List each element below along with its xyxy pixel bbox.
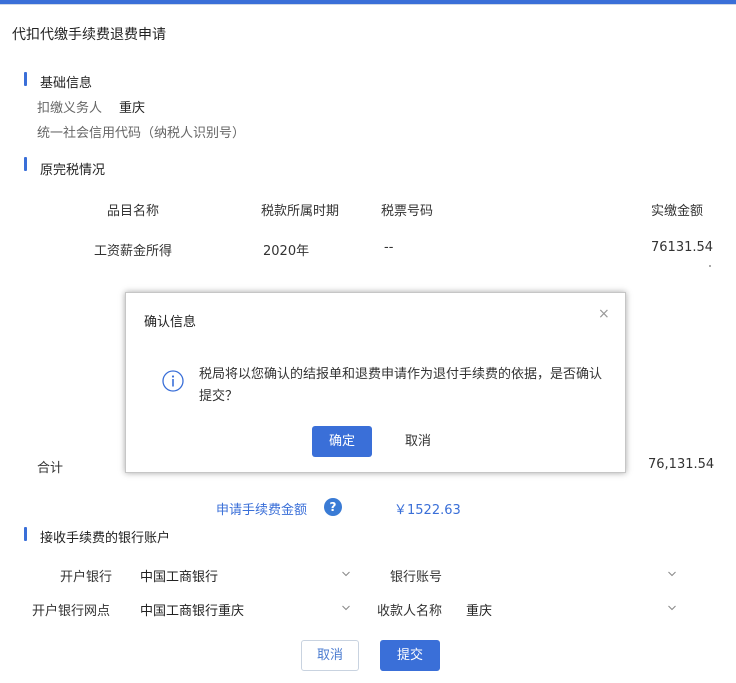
cancel-button[interactable]: 取消: [301, 640, 359, 671]
credit-code-label: 统一社会信用代码（纳税人识别号）: [37, 126, 246, 141]
cell-ticket: --: [384, 240, 394, 255]
close-icon[interactable]: ×: [598, 306, 610, 322]
payee-label: 收款人名称: [377, 604, 443, 619]
submit-button[interactable]: 提交: [380, 640, 440, 671]
payee-select-value: 重庆: [466, 604, 493, 619]
cell-item: 工资薪金所得: [94, 244, 173, 259]
chevron-down-icon: [668, 605, 676, 611]
section-marker: [24, 157, 27, 171]
dialog-message: 税局将以您确认的结报单和退费申请作为退付手续费的依据，是否确认提交？: [199, 367, 603, 404]
bank-label: 开户银行: [60, 570, 113, 585]
chevron-down-icon: [342, 605, 350, 611]
cell-amount: 76131.54: [651, 240, 714, 255]
col-header-period: 税款所属时期: [261, 204, 340, 219]
cell-period: 2020年: [263, 244, 310, 259]
fee-amount: ￥1522.63: [394, 503, 461, 518]
fee-label: 申请手续费金额: [216, 503, 308, 518]
dialog-title: 确认信息: [144, 315, 197, 330]
total-value: 76,131.54: [648, 457, 715, 472]
page-title: 代扣代缴手续费退费申请: [12, 27, 166, 43]
total-label: 合计: [37, 461, 64, 476]
dialog-cancel-button[interactable]: 取消: [388, 426, 448, 457]
account-label: 银行账号: [390, 570, 443, 585]
bank-select-value: 中国工商银行: [140, 570, 219, 585]
branch-select-value: 中国工商银行重庆: [140, 604, 245, 619]
chevron-down-icon: [342, 571, 350, 577]
section-title-basic: 基础信息: [40, 76, 93, 91]
col-header-ticket: 税票号码: [381, 204, 434, 219]
section-title-tax: 原完税情况: [40, 163, 106, 178]
section-marker: [24, 527, 27, 541]
chevron-down-icon: [668, 571, 676, 577]
scroll-dot: [709, 265, 711, 267]
col-header-item: 品目名称: [107, 204, 160, 219]
help-icon[interactable]: ?: [324, 498, 342, 516]
confirm-button[interactable]: 确定: [312, 426, 372, 457]
agent-label: 扣缴义务人: [37, 101, 103, 116]
section-marker: [24, 72, 27, 86]
confirm-dialog: 确认信息 × 税局将以您确认的结报单和退费申请作为退付手续费的依据，是否确认提交…: [125, 292, 626, 473]
agent-value: 重庆: [119, 101, 146, 116]
col-header-amount: 实缴金额: [651, 204, 704, 219]
branch-label: 开户银行网点: [32, 604, 111, 619]
section-title-bank: 接收手续费的银行账户: [40, 531, 171, 546]
top-divider: [0, 4, 736, 5]
info-icon: [162, 370, 184, 392]
